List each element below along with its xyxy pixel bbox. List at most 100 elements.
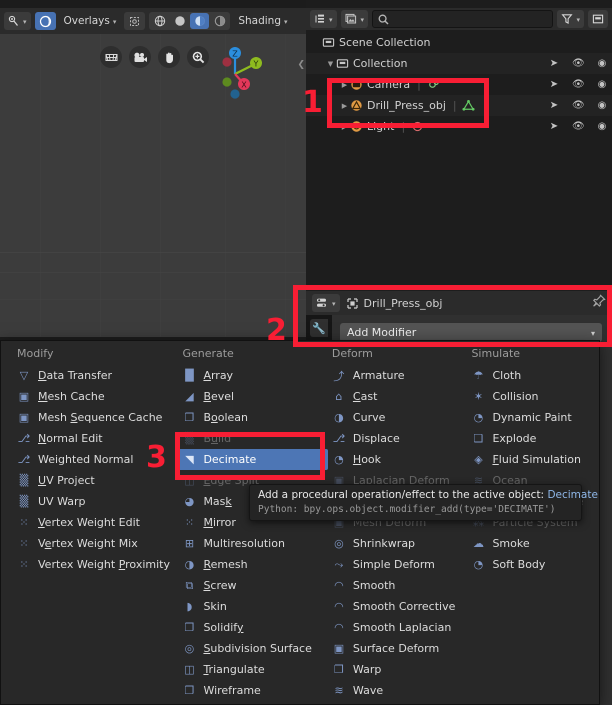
properties-tab-tool[interactable]: 🔧 bbox=[310, 319, 328, 337]
menu-item-multiresolution[interactable]: ⊞ Multiresolution bbox=[178, 533, 327, 554]
id-type-filter-button[interactable]: ▾ bbox=[340, 10, 369, 28]
menu-item-subdivision-surface[interactable]: ◎ Subdivision Surface bbox=[178, 638, 327, 659]
menu-item-mesh-sequence-cache[interactable]: ▣ Mesh Sequence Cache bbox=[13, 407, 178, 428]
menu-item-displace[interactable]: ⎇ Displace bbox=[328, 428, 468, 449]
menu-item-hook[interactable]: ◔ Hook bbox=[328, 449, 468, 470]
gizmo-neg-x[interactable] bbox=[222, 57, 232, 67]
navigation-gizmo[interactable]: Z Y X bbox=[203, 42, 267, 106]
restrict-select-arrow-icon[interactable]: ➤ bbox=[548, 79, 560, 90]
outliner-row[interactable]: Scene Collection bbox=[306, 32, 612, 53]
row-expander-icon[interactable]: ▼ bbox=[326, 60, 335, 68]
row-expander-icon[interactable]: ▶ bbox=[340, 81, 349, 89]
mod-displace-icon: ⎇ bbox=[332, 432, 346, 445]
menu-item-build[interactable]: ▒ Build bbox=[178, 428, 327, 449]
disable-in-renders-camera-icon[interactable]: ◉ bbox=[596, 121, 608, 132]
move-view-hand-icon[interactable] bbox=[158, 46, 180, 68]
menu-item-decimate[interactable]: ◥ Decimate bbox=[178, 449, 328, 470]
menu-item-collision[interactable]: ✶ Collision bbox=[467, 386, 599, 407]
shading-popover-button[interactable]: Shading ▾ bbox=[234, 12, 291, 30]
mod-smoke-icon: ☁ bbox=[472, 537, 484, 550]
menu-item-wave[interactable]: ≋ Wave bbox=[328, 680, 468, 701]
hide-in-viewport-eye-icon[interactable]: 👁 bbox=[572, 121, 585, 132]
hide-in-viewport-eye-icon[interactable]: 👁 bbox=[572, 58, 585, 69]
toggle-grid-icon[interactable] bbox=[100, 46, 122, 68]
menu-item-array[interactable]: █ Array bbox=[178, 365, 327, 386]
menu-item-label: Mesh Sequence Cache bbox=[38, 411, 163, 424]
shading-mode-solid[interactable] bbox=[170, 13, 189, 29]
chevron-down-icon: ▾ bbox=[283, 18, 288, 26]
gizmo-neg-z[interactable] bbox=[230, 89, 240, 99]
camera-data-icon[interactable] bbox=[426, 78, 440, 92]
menu-item-skin[interactable]: ◗ Skin bbox=[178, 596, 327, 617]
editor-type-button[interactable]: ▾ bbox=[4, 12, 31, 30]
menu-item-solidify[interactable]: ❐ Solidify bbox=[178, 617, 327, 638]
menu-item-boolean[interactable]: ❐ Boolean bbox=[178, 407, 327, 428]
menu-item-shrinkwrap[interactable]: ◎ Shrinkwrap bbox=[328, 533, 468, 554]
shading-mode-material-preview[interactable] bbox=[190, 13, 210, 29]
hide-in-viewport-eye-icon[interactable]: 👁 bbox=[572, 100, 585, 111]
hide-in-viewport-eye-icon[interactable]: 👁 bbox=[572, 79, 585, 90]
editor-type-button-properties[interactable]: ▾ bbox=[312, 294, 340, 312]
menu-item-triangulate[interactable]: ◫ Triangulate bbox=[178, 659, 327, 680]
menu-item-cast[interactable]: ⌂ Cast bbox=[328, 386, 468, 407]
menu-item-soft-body[interactable]: ◔ Soft Body bbox=[467, 554, 599, 575]
menu-item-remesh[interactable]: ◑ Remesh bbox=[178, 554, 327, 575]
object-mesh-icon bbox=[349, 99, 363, 113]
gizmo-neg-y[interactable] bbox=[222, 77, 232, 87]
menu-item-armature[interactable]: ⤴ Armature bbox=[328, 365, 468, 386]
camera-view-icon[interactable] bbox=[129, 46, 151, 68]
menu-item-dynamic-paint[interactable]: ◔ Dynamic Paint bbox=[467, 407, 599, 428]
menu-item-screw[interactable]: ⧉ Screw bbox=[178, 575, 327, 596]
pin-id-button[interactable] bbox=[592, 294, 606, 312]
menu-item-vertex-weight-proximity[interactable]: ⁙ Vertex Weight Proximity bbox=[13, 554, 178, 575]
outliner-display-mode-button[interactable]: ▾ bbox=[310, 10, 337, 28]
menu-item-fluid-simulation[interactable]: ◈ Fluid Simulation bbox=[467, 449, 599, 470]
tooltip-value: Decimate bbox=[547, 489, 598, 501]
menu-item-warp[interactable]: ❐ Warp bbox=[328, 659, 468, 680]
menu-item-mesh-cache[interactable]: ▣ Mesh Cache bbox=[13, 386, 178, 407]
outliner-row[interactable]: ▶ Camera | ➤ 👁 ◉ bbox=[306, 74, 612, 95]
mod-mask-icon: ◕ bbox=[184, 495, 195, 508]
outliner-row[interactable]: ▶ Light | ➤ 👁 ◉ bbox=[306, 116, 612, 137]
disable-in-renders-camera-icon[interactable]: ◉ bbox=[596, 58, 608, 69]
menu-item-explode[interactable]: ❑ Explode bbox=[467, 428, 599, 449]
disable-in-renders-camera-icon[interactable]: ◉ bbox=[596, 79, 608, 90]
menu-item-data-transfer[interactable]: ▽ Data Transfer bbox=[13, 365, 178, 386]
row-expander-icon[interactable]: ▶ bbox=[340, 102, 349, 110]
restrict-select-arrow-icon[interactable]: ➤ bbox=[548, 100, 560, 111]
shading-mode-wireframe[interactable] bbox=[150, 13, 169, 29]
menu-item-smooth-laplacian[interactable]: ◠ Smooth Laplacian bbox=[328, 617, 468, 638]
restrict-select-arrow-icon[interactable]: ➤ bbox=[548, 58, 560, 69]
new-collection-button[interactable] bbox=[588, 10, 608, 28]
shading-mode-rendered[interactable] bbox=[210, 13, 229, 29]
xray-toggle-button[interactable] bbox=[124, 12, 146, 30]
menu-item-curve[interactable]: ◑ Curve bbox=[328, 407, 468, 428]
restrict-select-arrow-icon[interactable]: ➤ bbox=[548, 121, 560, 132]
annotation-number-2: 2 bbox=[266, 313, 287, 348]
outliner-row[interactable]: ▶ Drill_Press_obj | ➤ 👁 ◉ bbox=[306, 95, 612, 116]
menu-item-vertex-weight-edit[interactable]: ⁙ Vertex Weight Edit bbox=[13, 512, 178, 533]
disable-in-renders-camera-icon[interactable]: ◉ bbox=[596, 100, 608, 111]
overlays-popover-button[interactable]: Overlays ▾ bbox=[60, 12, 121, 30]
menu-item-uv-warp[interactable]: ▒ UV Warp bbox=[13, 491, 178, 512]
menu-item-bevel[interactable]: ◢ Bevel bbox=[178, 386, 327, 407]
menu-item-smoke[interactable]: ☁ Smoke bbox=[467, 533, 599, 554]
viewport-canvas[interactable]: Z Y X ❮ bbox=[0, 34, 306, 337]
menu-item-smooth[interactable]: ◠ Smooth bbox=[328, 575, 468, 596]
overlays-toggle-button[interactable] bbox=[34, 12, 56, 30]
menu-item-wireframe[interactable]: ❐ Wireframe bbox=[178, 680, 327, 701]
menu-item-cloth[interactable]: ☂ Cloth bbox=[467, 365, 599, 386]
search-input[interactable] bbox=[372, 10, 554, 28]
filter-funnel-button[interactable]: ▾ bbox=[557, 10, 584, 28]
outliner-row[interactable]: ▼ Collection ➤ 👁 ◉ bbox=[306, 53, 612, 74]
menu-item-surface-deform[interactable]: ▣ Surface Deform bbox=[328, 638, 468, 659]
row-expander-icon[interactable]: ▶ bbox=[340, 123, 349, 131]
mod-soft-body-icon: ◔ bbox=[473, 558, 484, 571]
menu-item-vertex-weight-mix[interactable]: ⁙ Vertex Weight Mix bbox=[13, 533, 178, 554]
light-data-icon[interactable] bbox=[410, 120, 424, 134]
menu-item-smooth-corrective[interactable]: ◠ Smooth Corrective bbox=[328, 596, 468, 617]
sidebar-collapse-arrow-icon[interactable]: ❮ bbox=[297, 60, 305, 70]
outliner-header: ▾ ▾ ▾ bbox=[306, 8, 612, 30]
mesh-data-icon[interactable] bbox=[462, 99, 476, 113]
menu-item-simple-deform[interactable]: ⤳ Simple Deform bbox=[328, 554, 468, 575]
